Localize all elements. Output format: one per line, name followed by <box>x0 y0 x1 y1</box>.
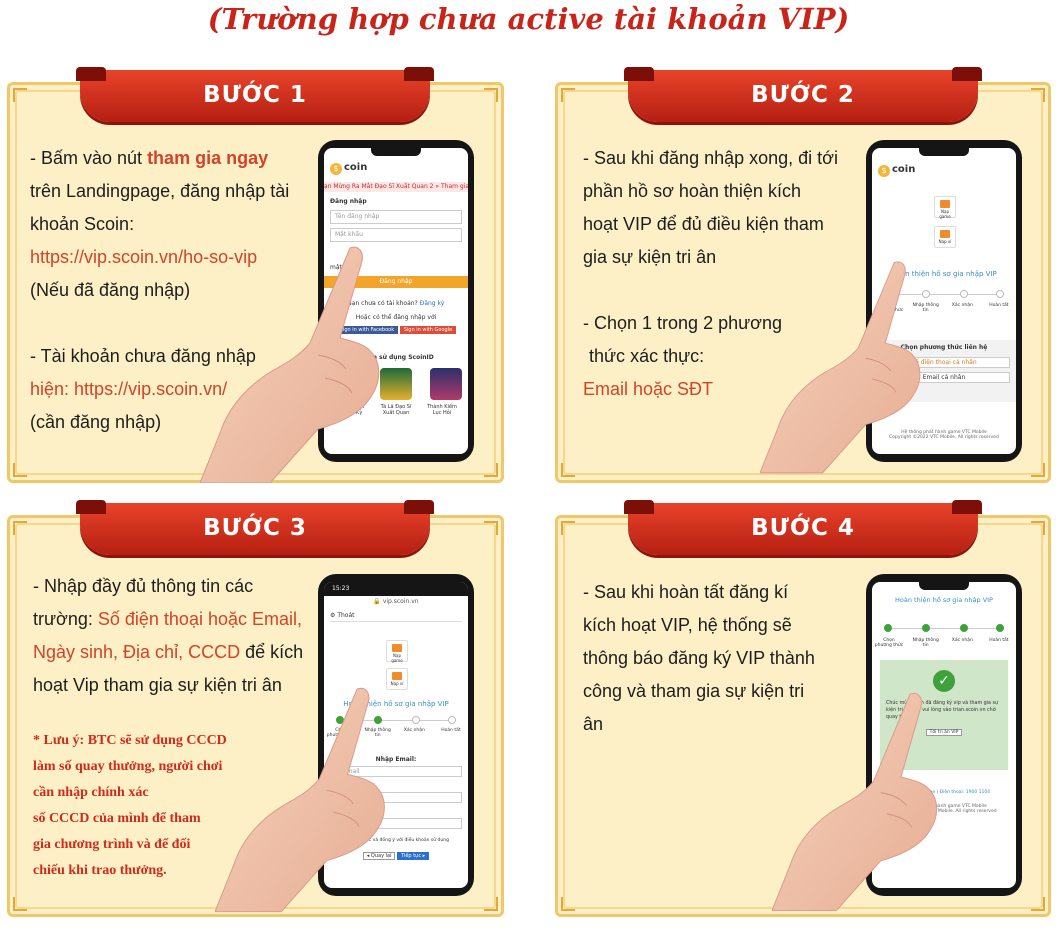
page-title: (Trường hợp chưa active tài khoản VIP) <box>207 2 850 36</box>
nap-vi-button[interactable]: Nạp ví <box>934 226 956 248</box>
step-3-ribbon: BƯỚC 3 <box>76 500 434 555</box>
back-link[interactable]: ⚙ Thoát <box>330 612 462 622</box>
lock-icon: 🔒 <box>373 598 381 605</box>
next-button[interactable]: Tiếp tục ▸ <box>397 852 430 860</box>
scoin-logo-icon: $ <box>878 164 890 177</box>
game-thumb-3 <box>430 368 462 400</box>
hand-pointing-icon <box>760 261 921 474</box>
gear-icon: ⚙ <box>330 612 336 619</box>
nap-game-button[interactable]: Nạp game <box>386 640 408 663</box>
scoin-logo-icon: $ <box>330 162 342 175</box>
step-4-ribbon: BƯỚC 4 <box>624 500 982 555</box>
username-input[interactable]: Tên đăng nhập <box>330 210 462 224</box>
url-bar[interactable]: 🔒 vip.scoin.vn <box>330 598 462 605</box>
hand-pointing-icon <box>215 687 385 913</box>
hand-pointing-icon <box>200 246 380 483</box>
google-login-button[interactable]: Sign in with Google <box>399 326 457 334</box>
password-input[interactable]: Mật khẩu <box>330 228 462 242</box>
step-2-ribbon: BƯỚC 2 <box>624 67 982 122</box>
nap-game-button[interactable]: Nạp game <box>934 196 956 219</box>
step-1-ribbon: BƯỚC 1 <box>76 67 434 122</box>
hand-pointing-icon <box>772 692 938 911</box>
